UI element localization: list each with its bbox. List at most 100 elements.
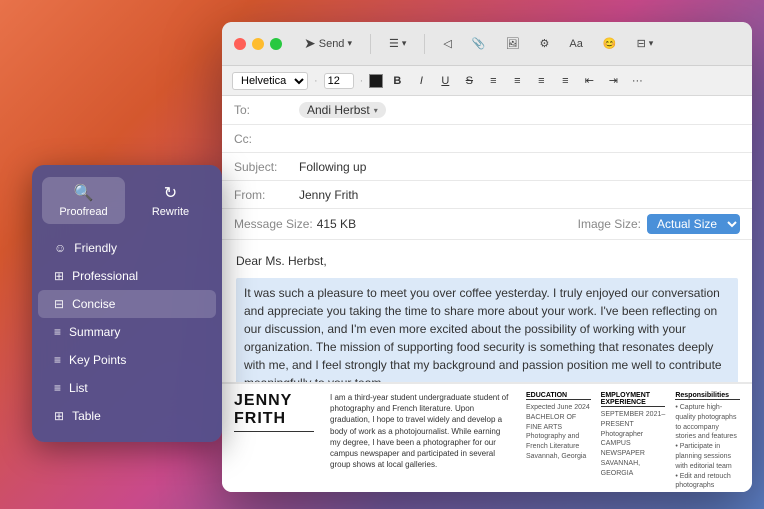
proofread-icon: 🔍 — [74, 183, 94, 203]
sidebar-item-key-points[interactable]: ≡ Key Points — [38, 346, 216, 374]
cv-name-line2: FRITH — [234, 410, 286, 427]
list-icon: ≡ — [54, 381, 61, 395]
sidebar-tabs: 🔍 Proofread ↻ Rewrite — [32, 177, 222, 224]
send-label: Send — [319, 38, 345, 50]
tab-rewrite[interactable]: ↻ Rewrite — [129, 177, 212, 224]
italic-button[interactable]: I — [411, 71, 431, 91]
align-right-button[interactable]: ≡ — [531, 71, 551, 91]
cv-responsibilities-title: Responsibilities — [675, 392, 740, 400]
cv-preview: JENNY FRITH I am a third-year student un… — [222, 382, 752, 492]
cv-education-title: EDUCATION — [526, 392, 591, 400]
cv-responsibilities: Responsibilities • Capture high-quality … — [675, 392, 740, 484]
gear-button[interactable]: ⚙ — [534, 34, 556, 53]
sidebar-item-key-points-label: Key Points — [69, 353, 126, 367]
back-icon: ◁ — [443, 37, 451, 50]
gear-icon: ⚙ — [540, 37, 550, 50]
close-button[interactable] — [234, 38, 246, 50]
cv-name: JENNY FRITH — [234, 392, 314, 427]
email-greeting: Dear Ms. Herbst, — [236, 252, 738, 270]
photo-icon: 🖼 — [506, 37, 520, 50]
cv-responsibilities-content: • Capture high-quality photographs to ac… — [675, 403, 740, 491]
maximize-button[interactable] — [270, 38, 282, 50]
attach-button[interactable]: 📎 — [466, 34, 492, 53]
insert-button[interactable]: ⊟ ▾ — [631, 34, 660, 53]
font-size-input[interactable] — [324, 73, 354, 89]
align-left-button[interactable]: ≡ — [483, 71, 503, 91]
font-button[interactable]: Aa — [563, 35, 588, 53]
emoji-button[interactable]: 😊 — [597, 34, 623, 53]
from-label: From: — [234, 188, 299, 202]
sidebar-item-professional[interactable]: ⊞ Professional — [38, 262, 216, 290]
format-bar: Helvetica · · B I U S ≡ ≡ ≡ ≡ ⇤ ⇥ ··· — [222, 66, 752, 96]
cv-name-block: JENNY FRITH — [234, 392, 314, 484]
tab-rewrite-label: Rewrite — [152, 206, 189, 218]
more-format-button[interactable]: ··· — [627, 71, 647, 91]
tab-proofread-label: Proofread — [59, 206, 107, 218]
chevron-down-icon: ▾ — [347, 38, 352, 49]
cc-label: Cc: — [234, 132, 299, 146]
font-select[interactable]: Helvetica — [232, 72, 308, 90]
format-icon: ☰ — [389, 37, 399, 50]
rewrite-icon: ↻ — [164, 183, 177, 203]
traffic-lights — [234, 38, 282, 50]
from-field-row: From: Jenny Frith — [222, 181, 752, 209]
sidebar-item-table[interactable]: ⊞ Table — [38, 402, 216, 430]
email-body[interactable]: Dear Ms. Herbst, It was such a pleasure … — [222, 240, 752, 382]
cv-bio: I am a third-year student undergraduate … — [330, 392, 510, 484]
sidebar-item-concise[interactable]: ⊟ Concise — [38, 290, 216, 318]
align-justify-button[interactable]: ≡ — [555, 71, 575, 91]
sidebar-item-table-label: Table — [72, 409, 101, 423]
underline-button[interactable]: U — [435, 71, 455, 91]
to-label: To: — [234, 103, 299, 117]
align-center-button[interactable]: ≡ — [507, 71, 527, 91]
cv-name-sub — [234, 431, 314, 434]
msg-size-value: 415 KB — [317, 217, 356, 231]
subject-value[interactable]: Following up — [299, 160, 740, 174]
to-field-row: To: Andi Herbst ▾ — [222, 96, 752, 125]
send-icon: ➤ — [304, 35, 316, 52]
from-value: Jenny Frith — [299, 188, 740, 202]
font-icon: Aa — [569, 38, 582, 50]
cv-employment: EMPLOYMENT EXPERIENCE SEPTEMBER 2021–PRE… — [601, 392, 666, 484]
mail-window: ➤ Send ▾ ☰ ▾ ◁ 📎 🖼 ⚙ Aa 😊 ⊟ ▾ — [222, 22, 752, 492]
format-toggle-button[interactable]: ☰ ▾ — [383, 34, 412, 53]
chevron-down-icon-3: ▾ — [649, 38, 654, 49]
sidebar-item-friendly[interactable]: ☺ Friendly — [38, 234, 216, 262]
header-fields: To: Andi Herbst ▾ Cc: Subject: Following… — [222, 96, 752, 240]
email-paragraph1: It was such a pleasure to meet you over … — [236, 278, 738, 382]
summary-icon: ≡ — [54, 325, 61, 339]
insert-icon: ⊟ — [637, 37, 646, 50]
title-bar: ➤ Send ▾ ☰ ▾ ◁ 📎 🖼 ⚙ Aa 😊 ⊟ ▾ — [222, 22, 752, 66]
professional-icon: ⊞ — [54, 269, 64, 283]
photo-button[interactable]: 🖼 — [500, 34, 526, 53]
emoji-icon: 😊 — [603, 37, 617, 50]
divider1 — [370, 34, 371, 54]
sidebar-item-summary[interactable]: ≡ Summary — [38, 318, 216, 346]
img-size-select[interactable]: Actual Size — [647, 214, 740, 234]
cv-sections: EDUCATION Expected June 2024 BACHELOR OF… — [526, 392, 740, 484]
sidebar-item-summary-label: Summary — [69, 325, 120, 339]
message-size-row: Message Size: 415 KB Image Size: Actual … — [222, 209, 752, 240]
chip-dropdown-icon: ▾ — [374, 106, 378, 115]
sidebar-item-professional-label: Professional — [72, 269, 138, 283]
text-color-picker[interactable] — [369, 74, 383, 88]
table-icon: ⊞ — [54, 409, 64, 423]
cv-education-content: Expected June 2024 BACHELOR OF FINE ARTS… — [526, 403, 591, 462]
cv-education: EDUCATION Expected June 2024 BACHELOR OF… — [526, 392, 591, 484]
tab-proofread[interactable]: 🔍 Proofread — [42, 177, 125, 224]
concise-icon: ⊟ — [54, 297, 64, 311]
minimize-button[interactable] — [252, 38, 264, 50]
cv-employment-title: EMPLOYMENT EXPERIENCE — [601, 392, 666, 407]
indent-increase-button[interactable]: ⇥ — [603, 71, 623, 91]
divider2 — [424, 34, 425, 54]
sidebar-item-friendly-label: Friendly — [74, 241, 117, 255]
bold-button[interactable]: B — [387, 71, 407, 91]
sidebar-item-list[interactable]: ≡ List — [38, 374, 216, 402]
send-button[interactable]: ➤ Send ▾ — [298, 32, 358, 55]
strikethrough-button[interactable]: S — [459, 71, 479, 91]
subject-label: Subject: — [234, 160, 299, 174]
indent-decrease-button[interactable]: ⇤ — [579, 71, 599, 91]
to-recipient-chip[interactable]: Andi Herbst ▾ — [299, 102, 386, 118]
to-recipient-name: Andi Herbst — [307, 103, 370, 117]
nav-back-button[interactable]: ◁ — [437, 34, 457, 53]
